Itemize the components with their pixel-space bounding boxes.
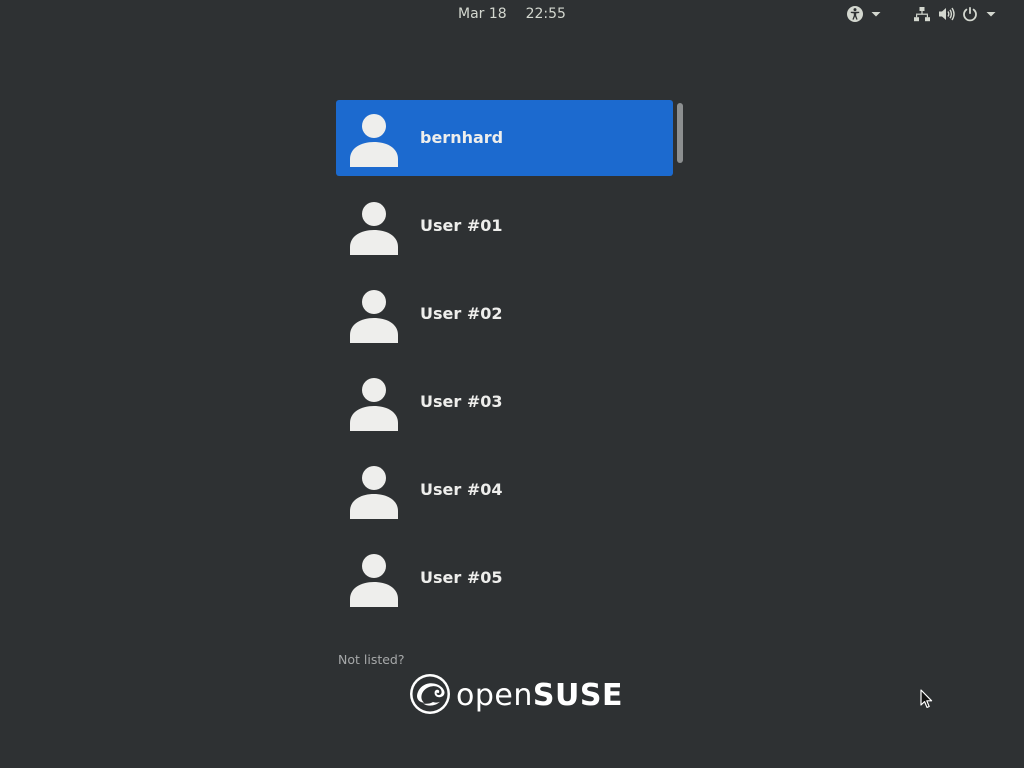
user-avatar-icon xyxy=(349,465,399,519)
user-list-scrollbar[interactable] xyxy=(677,103,683,163)
system-menu[interactable] xyxy=(913,2,1003,26)
user-name: User #05 xyxy=(420,568,503,587)
user-name: User #01 xyxy=(420,216,503,235)
chevron-down-icon xyxy=(985,8,997,20)
clock-date: Mar 18 xyxy=(458,6,507,22)
wordmark-suse: SUSE xyxy=(532,678,623,713)
mouse-cursor-icon xyxy=(920,689,933,713)
user-name: User #03 xyxy=(420,392,503,411)
user-list: bernhard User #01 User #02 User #03 User #04… xyxy=(336,100,673,628)
opensuse-logo xyxy=(409,673,451,719)
user-avatar-icon xyxy=(349,377,399,431)
login-screen: Mar 18 22:55 bernhard User #01 User #02 … xyxy=(0,0,1024,768)
user-row[interactable]: User #03 xyxy=(336,364,673,440)
accessibility-icon xyxy=(846,5,864,23)
user-avatar-icon xyxy=(349,113,399,167)
user-row[interactable]: User #02 xyxy=(336,276,673,352)
clock-time: 22:55 xyxy=(525,6,566,22)
user-row[interactable]: User #04 xyxy=(336,452,673,528)
user-name: User #04 xyxy=(420,480,503,499)
opensuse-branding: openSUSE xyxy=(409,673,623,719)
user-avatar-icon xyxy=(349,553,399,607)
user-row[interactable]: User #01 xyxy=(336,188,673,264)
user-name: bernhard xyxy=(420,128,504,147)
not-listed-button[interactable]: Not listed? xyxy=(338,652,405,668)
power-icon xyxy=(961,5,979,23)
user-name: User #02 xyxy=(420,304,503,323)
user-row[interactable]: bernhard xyxy=(336,100,673,176)
user-avatar-icon xyxy=(349,289,399,343)
accessibility-menu[interactable] xyxy=(846,2,888,26)
volume-icon xyxy=(937,5,955,23)
wordmark-open: open xyxy=(456,678,533,713)
user-row[interactable]: User #05 xyxy=(336,540,673,616)
chevron-down-icon xyxy=(870,8,882,20)
opensuse-wordmark: openSUSE xyxy=(456,676,623,716)
network-wired-icon xyxy=(913,5,931,23)
user-avatar-icon xyxy=(349,201,399,255)
